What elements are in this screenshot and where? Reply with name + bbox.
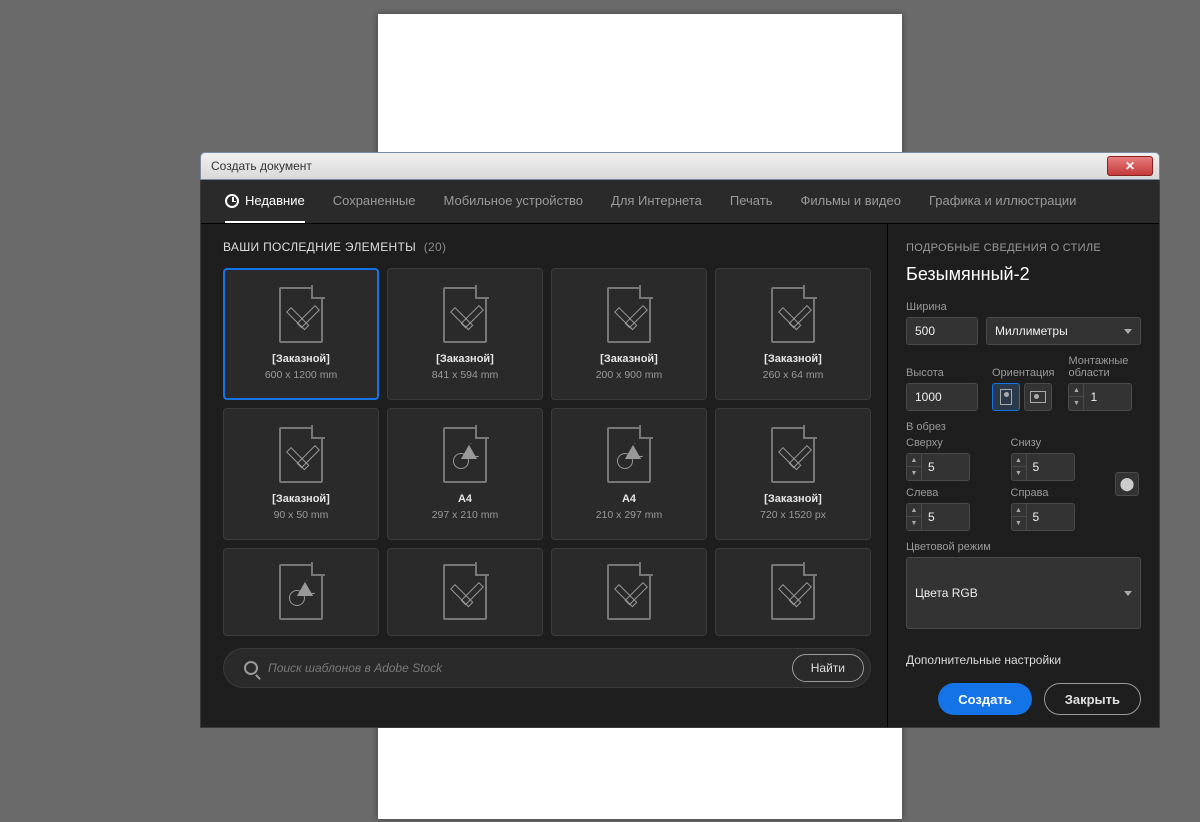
section-title: ВАШИ ПОСЛЕДНИЕ ЭЛЕМЕНТЫ (20) <box>223 240 871 254</box>
orientation-label: Ориентация <box>992 367 1054 379</box>
bleed-bottom[interactable]: ▲▼ <box>1011 453 1108 481</box>
orientation-landscape[interactable] <box>1024 383 1052 411</box>
document-pencil-icon <box>279 427 323 483</box>
preset-card[interactable]: [Заказной]841 x 594 mm <box>387 268 543 400</box>
tab-5[interactable]: Фильмы и видео <box>800 180 900 223</box>
preset-grid: [Заказной]600 x 1200 mm[Заказной]841 x 5… <box>223 268 871 636</box>
step-down-icon[interactable]: ▼ <box>1068 397 1084 411</box>
clock-icon <box>225 194 239 208</box>
preset-card[interactable] <box>223 548 379 636</box>
category-tabs: Недавние Сохраненные Мобильное устройство Д… <box>201 180 1159 224</box>
titlebar[interactable]: Создать документ ✕ <box>200 152 1160 180</box>
create-button[interactable]: Создать <box>938 683 1031 715</box>
bleed-left[interactable]: ▲▼ <box>906 503 1003 531</box>
preset-card[interactable]: [Заказной]200 x 900 mm <box>551 268 707 400</box>
preset-card[interactable] <box>715 548 871 636</box>
search-icon <box>244 661 258 675</box>
preset-card[interactable]: [Заказной]90 x 50 mm <box>223 408 379 540</box>
tab-2[interactable]: Мобильное устройство <box>444 180 584 223</box>
preset-card[interactable]: [Заказной]720 x 1520 px <box>715 408 871 540</box>
chevron-down-icon <box>1124 329 1132 334</box>
color-mode-select[interactable]: Цвета RGB <box>906 557 1141 629</box>
tab-6[interactable]: Графика и иллюстрации <box>929 180 1076 223</box>
bleed-right[interactable]: ▲▼ <box>1011 503 1108 531</box>
document-pencil-icon <box>607 287 651 343</box>
artboards-stepper[interactable]: ▲▼ <box>1068 383 1141 411</box>
document-shapes-icon <box>279 564 323 620</box>
units-select[interactable]: Миллиметры <box>986 317 1141 345</box>
document-pencil-icon <box>771 427 815 483</box>
details-heading: ПОДРОБНЫЕ СВЕДЕНИЯ О СТИЛЕ <box>906 242 1141 254</box>
document-pencil-icon <box>771 287 815 343</box>
document-pencil-icon <box>607 564 651 620</box>
document-pencil-icon <box>771 564 815 620</box>
stock-search: Найти <box>223 648 871 688</box>
color-mode-label: Цветовой режим <box>906 541 1141 553</box>
details-panel: ПОДРОБНЫЕ СВЕДЕНИЯ О СТИЛЕ Безымянный-2 … <box>887 224 1159 727</box>
close-button[interactable]: Закрыть <box>1044 683 1141 715</box>
preset-card[interactable]: [Заказной]260 x 64 mm <box>715 268 871 400</box>
chevron-down-icon <box>1124 591 1132 596</box>
width-input[interactable] <box>906 317 978 345</box>
presets-panel: ВАШИ ПОСЛЕДНИЕ ЭЛЕМЕНТЫ (20) [Заказной]6… <box>201 224 887 727</box>
document-pencil-icon <box>279 287 323 343</box>
document-shapes-icon <box>443 427 487 483</box>
width-label: Ширина <box>906 301 1141 313</box>
bleed-label: В обрез <box>906 421 1141 433</box>
bleed-top[interactable]: ▲▼ <box>906 453 1003 481</box>
search-go-button[interactable]: Найти <box>792 654 864 682</box>
document-name[interactable]: Безымянный-2 <box>906 264 1141 285</box>
tab-0[interactable]: Недавние <box>225 180 305 223</box>
search-input[interactable] <box>268 661 792 675</box>
tab-1[interactable]: Сохраненные <box>333 180 416 223</box>
preset-card[interactable] <box>551 548 707 636</box>
preset-card[interactable]: [Заказной]600 x 1200 mm <box>223 268 379 400</box>
window-close-button[interactable]: ✕ <box>1107 156 1153 176</box>
document-shapes-icon <box>607 427 651 483</box>
more-settings[interactable]: Дополнительные настройки <box>906 653 1141 667</box>
preset-card[interactable] <box>387 548 543 636</box>
artboards-label: Монтажные области <box>1068 355 1141 379</box>
document-pencil-icon <box>443 287 487 343</box>
step-up-icon[interactable]: ▲ <box>1068 383 1084 397</box>
preset-card[interactable]: A4210 x 297 mm <box>551 408 707 540</box>
height-label: Высота <box>906 367 978 379</box>
tab-4[interactable]: Печать <box>730 180 773 223</box>
document-pencil-icon <box>443 564 487 620</box>
height-input[interactable] <box>906 383 978 411</box>
window-title: Создать документ <box>211 159 312 173</box>
new-document-dialog: Создать документ ✕ Недавние Сохраненные Мо… <box>200 152 1160 728</box>
tab-3[interactable]: Для Интернета <box>611 180 702 223</box>
preset-card[interactable]: A4297 x 210 mm <box>387 408 543 540</box>
orientation-portrait[interactable] <box>992 383 1020 411</box>
link-bleed-icon[interactable]: ⬤ <box>1115 472 1139 496</box>
